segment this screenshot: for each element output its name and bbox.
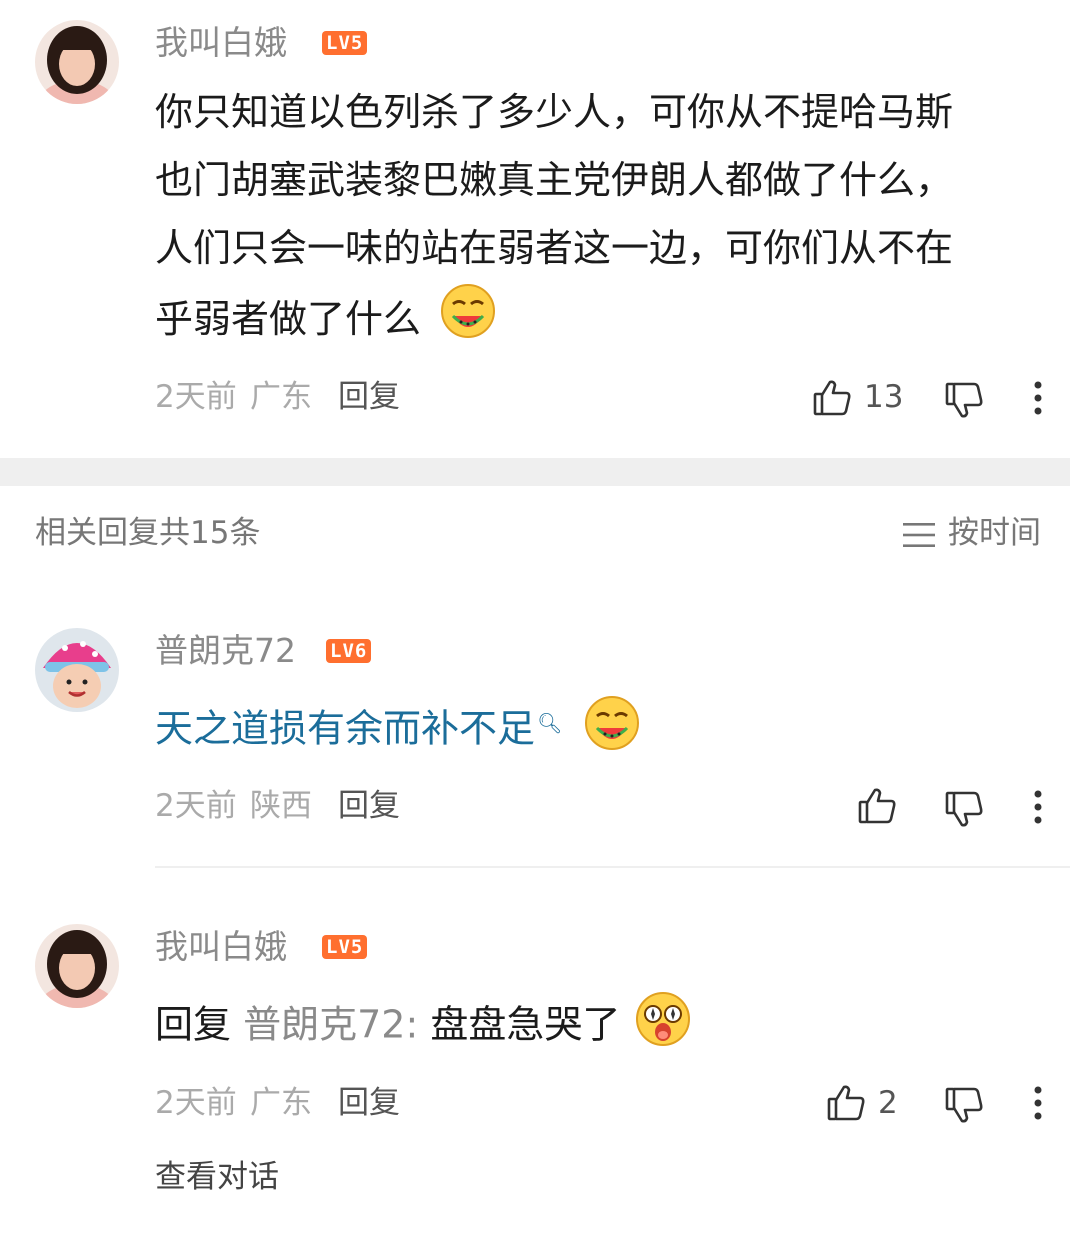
thumbs-up-icon[interactable] xyxy=(826,1083,866,1123)
comment-time: 2天前 xyxy=(155,1085,237,1121)
thumbs-down-icon[interactable] xyxy=(944,1085,984,1125)
more-icon[interactable] xyxy=(1033,1085,1043,1121)
level-badge: LV6 xyxy=(326,639,372,663)
watermelon-emoji-icon xyxy=(583,694,641,768)
avatar[interactable] xyxy=(35,628,119,712)
watermelon-emoji-icon xyxy=(439,282,497,361)
comment-line: 你只知道以色列杀了多少人，可你从不提哈马斯 xyxy=(155,90,954,134)
comment-time: 2天前 xyxy=(155,788,237,824)
reply-divider xyxy=(155,866,1070,868)
reply-button[interactable]: 回复 xyxy=(338,382,400,413)
search-icon[interactable]: 🔍︎ xyxy=(537,711,562,735)
thumbs-down-icon[interactable] xyxy=(944,789,984,829)
thumbs-down-icon[interactable] xyxy=(944,380,984,420)
replies-count-label: 相关回复共15条 xyxy=(35,515,261,551)
reply-button[interactable]: 回复 xyxy=(338,1088,400,1119)
comment-text: 你只知道以色列杀了多少人，可你从不提哈马斯 也门胡塞武装黎巴嫩真主党伊朗人都做了… xyxy=(155,78,1035,361)
like-count: 2 xyxy=(878,1085,898,1121)
level-badge: LV5 xyxy=(322,935,368,959)
comment-line: 乎弱者做了什么 xyxy=(155,297,422,341)
thumbs-up-icon[interactable] xyxy=(857,786,897,826)
level-badge: LV5 xyxy=(322,31,368,55)
comment-line: 也门胡塞武装黎巴嫩真主党伊朗人都做了什么， xyxy=(155,158,954,202)
starry-eyes-emoji-icon xyxy=(634,990,692,1064)
comment-text: 回复 普朗克72: 盘盘急哭了 xyxy=(155,990,692,1064)
sort-menu-icon[interactable] xyxy=(902,520,936,550)
view-conversation-link[interactable]: 查看对话 xyxy=(155,1162,279,1193)
reply-button[interactable]: 回复 xyxy=(338,791,400,822)
more-icon[interactable] xyxy=(1033,380,1043,416)
reply-text: 盘盘急哭了 xyxy=(430,1002,621,1047)
avatar[interactable] xyxy=(35,924,119,1008)
username[interactable]: 我叫白娥 xyxy=(155,930,287,963)
comment-text: 天之道损有余而补不足 🔍︎ xyxy=(155,694,641,768)
section-divider xyxy=(0,458,1070,486)
comment-time: 2天前 xyxy=(155,379,237,415)
username[interactable]: 普朗克72 xyxy=(155,634,296,667)
more-icon[interactable] xyxy=(1033,789,1043,825)
avatar[interactable] xyxy=(35,20,119,104)
reply-prefix: 回复 xyxy=(155,1002,232,1047)
search-link[interactable]: 天之道损有余而补不足 xyxy=(155,707,535,751)
sort-by-time-button[interactable]: 按时间 xyxy=(948,518,1041,549)
comment-location: 广东 xyxy=(250,1085,312,1121)
comment-line: 人们只会一味的站在弱者这一边，可你们从不在 xyxy=(155,226,954,270)
comment-location: 广东 xyxy=(250,379,312,415)
comment-location: 陕西 xyxy=(250,788,312,824)
reply-target-user[interactable]: 普朗克72: xyxy=(243,1003,418,1047)
like-count: 13 xyxy=(864,379,904,415)
thumbs-up-icon[interactable] xyxy=(812,378,852,418)
username[interactable]: 我叫白娥 xyxy=(155,26,287,59)
